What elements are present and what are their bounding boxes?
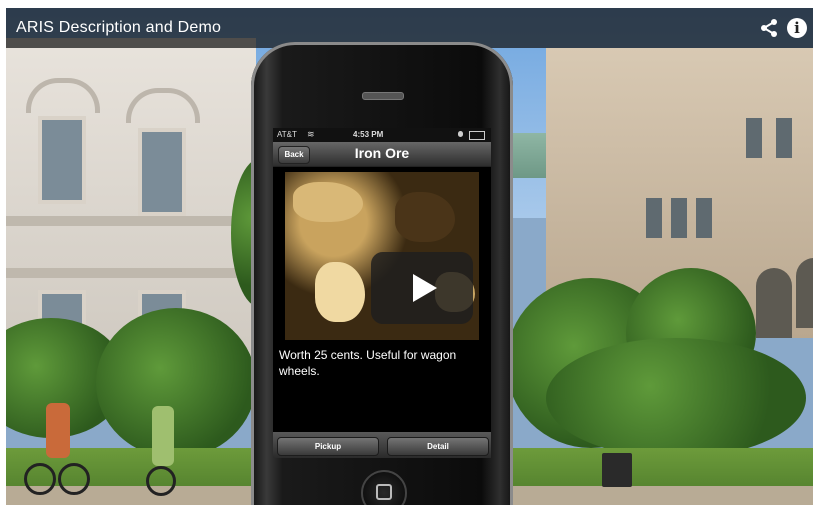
cyclist bbox=[46, 403, 70, 458]
ore-chunk bbox=[395, 192, 455, 242]
action-bar: Pickup Detail bbox=[273, 432, 491, 458]
ore-chunk bbox=[315, 262, 365, 322]
building-window bbox=[746, 118, 762, 158]
building-arch bbox=[756, 268, 792, 338]
play-icon bbox=[413, 274, 437, 302]
carrier-label: AT&T bbox=[277, 130, 297, 139]
building-ledge bbox=[6, 268, 256, 278]
home-button[interactable] bbox=[361, 470, 407, 505]
window-pediment bbox=[126, 88, 200, 123]
tree bbox=[96, 308, 256, 458]
building-window bbox=[138, 128, 186, 216]
status-time: 4:53 PM bbox=[353, 130, 384, 139]
building-ledge bbox=[6, 216, 256, 226]
bike-wheel bbox=[146, 466, 176, 496]
video-title[interactable]: ARIS Description and Demo bbox=[16, 19, 221, 37]
trash-bin bbox=[602, 453, 632, 487]
share-icon[interactable] bbox=[759, 18, 779, 38]
nav-bar: Back Iron Ore bbox=[273, 142, 491, 167]
battery-icon bbox=[469, 131, 485, 140]
page-title: Iron Ore bbox=[354, 145, 410, 161]
home-icon bbox=[376, 484, 392, 500]
bike-wheel bbox=[58, 463, 90, 495]
building-window bbox=[671, 198, 687, 238]
detail-button[interactable]: Detail bbox=[387, 437, 489, 456]
hedge bbox=[546, 338, 806, 458]
lock-icon bbox=[458, 131, 463, 137]
building-arch bbox=[796, 258, 813, 328]
building-window bbox=[646, 198, 662, 238]
wifi-icon: ≋ bbox=[307, 129, 315, 139]
phone-device: AT&T ≋ 4:53 PM Back Iron Ore Worth 25 ce… bbox=[251, 42, 513, 505]
item-media[interactable] bbox=[285, 172, 479, 340]
phone-speaker bbox=[362, 92, 404, 100]
status-bar: AT&T ≋ 4:53 PM bbox=[273, 128, 491, 142]
bike-wheel bbox=[24, 463, 56, 495]
window-pediment bbox=[26, 78, 100, 113]
phone-screen: AT&T ≋ 4:53 PM Back Iron Ore Worth 25 ce… bbox=[273, 128, 491, 458]
play-button[interactable] bbox=[371, 252, 473, 324]
building-window bbox=[38, 116, 86, 204]
info-icon[interactable]: i bbox=[787, 18, 807, 38]
building-window bbox=[776, 118, 792, 158]
building-window bbox=[696, 198, 712, 238]
video-player[interactable]: ARIS Description and Demo i AT&T ≋ 4:53 … bbox=[6, 8, 813, 505]
cyclist bbox=[152, 406, 174, 466]
item-description: Worth 25 cents. Useful for wagon wheels. bbox=[279, 348, 457, 378]
ore-chunk bbox=[293, 182, 363, 222]
pickup-button[interactable]: Pickup bbox=[277, 437, 379, 456]
